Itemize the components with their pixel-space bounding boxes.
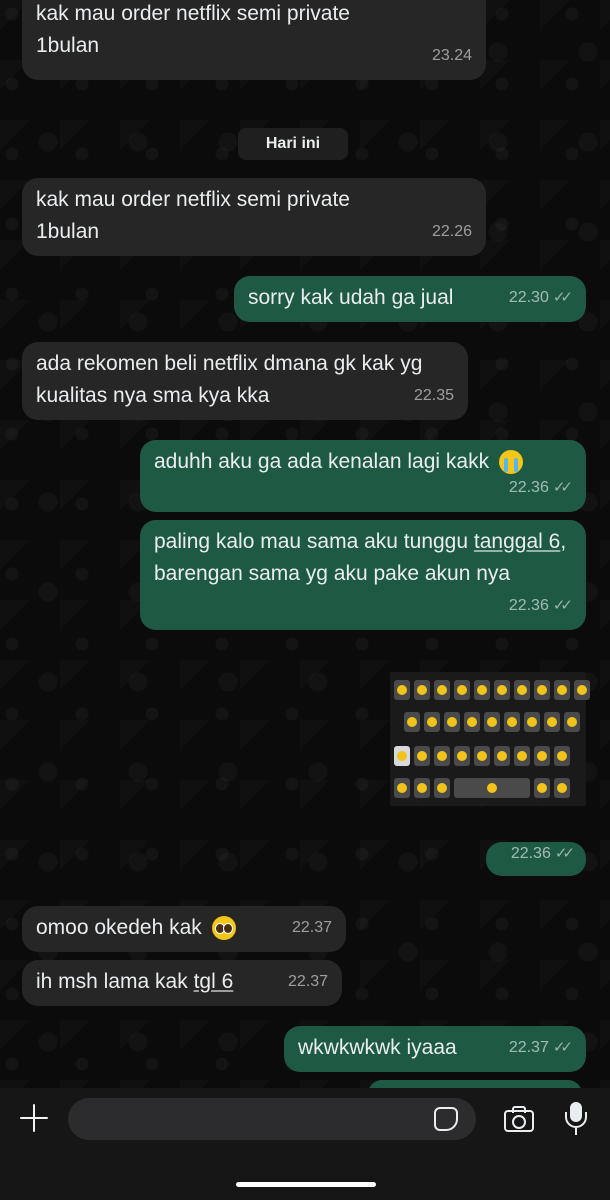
message-time: 23.24: [431, 47, 472, 64]
sticker-icon[interactable]: [434, 1107, 458, 1131]
double-check-icon: ✓✓: [552, 289, 573, 306]
date-link[interactable]: tanggal 6: [474, 530, 560, 553]
crying-emoji-keyboard-sticker[interactable]: [390, 672, 590, 806]
date-separator: Hari ini: [238, 128, 348, 160]
message-time: 22.30 ✓✓: [509, 282, 573, 314]
double-check-icon: ✓✓: [554, 845, 575, 862]
double-check-icon: ✓✓: [552, 597, 573, 614]
pleading-face-emoji: [211, 916, 236, 941]
message-time: 22.37: [291, 919, 332, 936]
message-text: omoo okedeh kak: [36, 912, 332, 944]
message-text: ih msh lama kak tgl 6: [36, 970, 234, 993]
message-outgoing[interactable]: paling kalo mau sama aku tunggu tanggal …: [140, 520, 586, 630]
message-incoming[interactable]: kak mau order netflix semi private 1bula…: [22, 178, 486, 256]
message-text: ada rekomen beli netflix dmana gk kak yg…: [36, 352, 423, 407]
message-outgoing[interactable]: 22.36 ✓✓: [486, 842, 586, 876]
message-outgoing[interactable]: [368, 1080, 582, 1088]
message-incoming[interactable]: ih msh lama kak tgl 6 22.37: [22, 960, 342, 1006]
date-link[interactable]: tgl 6: [194, 970, 234, 993]
message-outgoing[interactable]: aduhh aku ga ada kenalan lagi kakk 22.36…: [140, 440, 586, 512]
loudly-crying-face-emoji: [498, 450, 523, 475]
microphone-icon[interactable]: [564, 1102, 588, 1136]
message-text: paling kalo mau sama aku tunggu tanggal …: [154, 530, 567, 585]
message-time: 22.36 ✓✓: [511, 838, 575, 870]
message-text: kak mau order netflix semi private 1bula…: [36, 188, 350, 243]
home-indicator: [236, 1182, 376, 1187]
camera-icon[interactable]: [504, 1106, 534, 1132]
message-incoming[interactable]: ada rekomen beli netflix dmana gk kak yg…: [22, 342, 468, 420]
message-text: kak mau order netflix semi private 1bula…: [36, 2, 350, 57]
message-outgoing[interactable]: sorry kak udah ga jual 22.30 ✓✓: [234, 276, 586, 322]
message-time: 22.37 ✓✓: [509, 1032, 573, 1064]
chat-area: kak mau order netflix semi private 1bula…: [0, 0, 610, 1088]
message-time: 22.37: [287, 973, 328, 990]
message-incoming[interactable]: kak mau order netflix semi private 1bula…: [22, 0, 486, 80]
double-check-icon: ✓✓: [552, 1039, 573, 1056]
message-input[interactable]: [68, 1098, 476, 1140]
message-time: 22.26: [431, 223, 472, 240]
message-incoming[interactable]: omoo okedeh kak 22.37: [22, 906, 346, 952]
message-time: 22.35: [413, 387, 454, 404]
message-time: 22.36 ✓✓: [509, 472, 573, 504]
message-outgoing[interactable]: wkwkwkwk iyaaa 22.37 ✓✓: [284, 1026, 586, 1072]
double-check-icon: ✓✓: [552, 479, 573, 496]
message-time: 22.36 ✓✓: [509, 590, 573, 622]
plus-icon[interactable]: [18, 1102, 50, 1134]
